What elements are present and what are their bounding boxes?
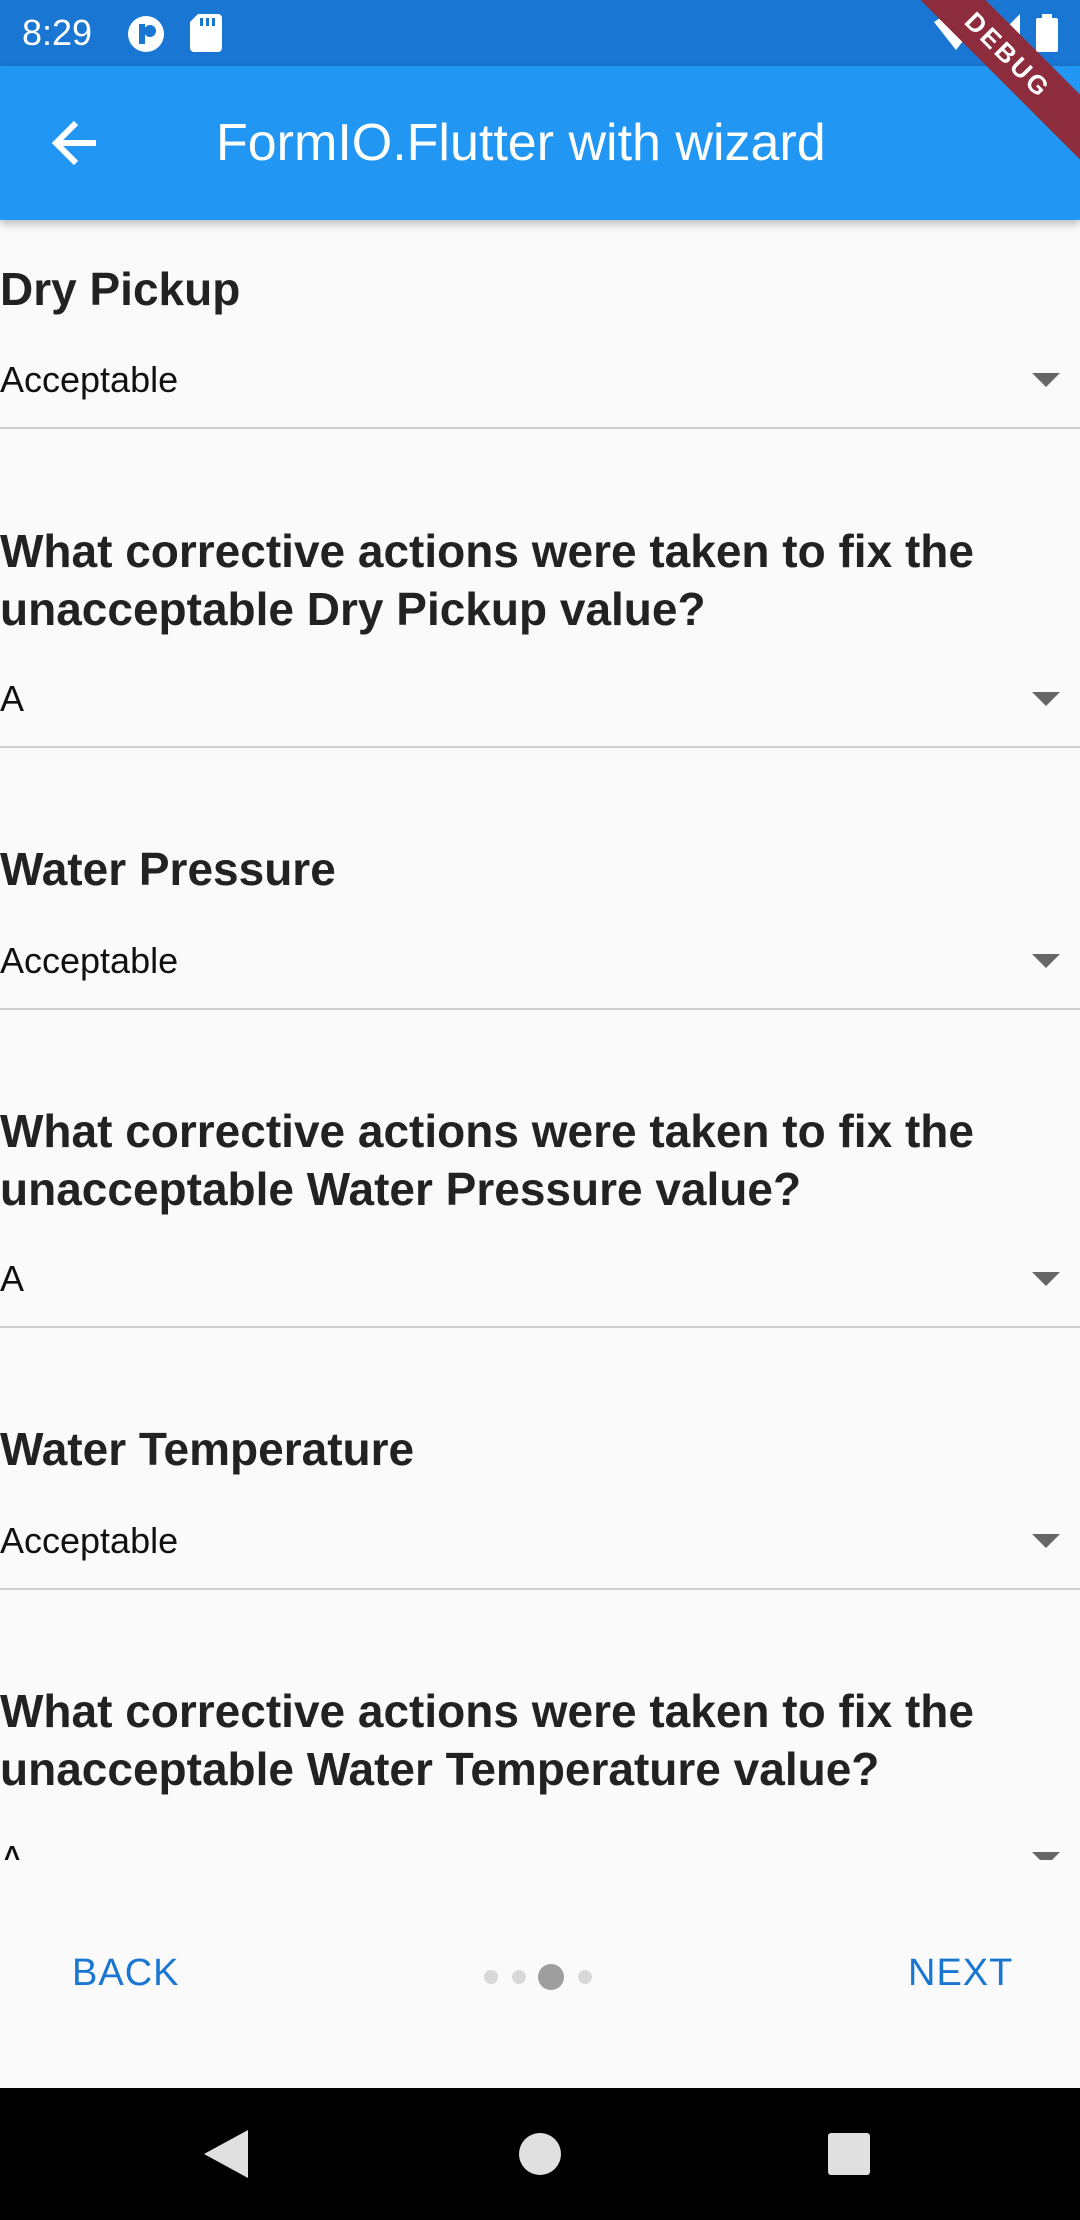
dry-pickup-corrective-dropdown[interactable]: A [0, 666, 1080, 748]
dry-pickup-dropdown[interactable]: Acceptable [0, 347, 1080, 429]
dropdown-value: Acceptable [0, 359, 179, 400]
form-scroll-area[interactable]: Dry Pickup Acceptable What corrective ac… [0, 220, 1080, 1860]
field-label: Water Pressure [0, 843, 336, 895]
field-label: What corrective actions were taken to fi… [0, 1105, 974, 1215]
arrow-back-icon[interactable] [44, 111, 108, 175]
next-button[interactable]: NEXT [908, 1952, 1013, 1995]
recents-square-icon[interactable] [828, 2133, 870, 2180]
sd-card-icon [190, 14, 222, 57]
chevron-down-icon [1032, 1534, 1060, 1548]
page-dot [578, 1970, 592, 1984]
back-triangle-icon[interactable] [204, 2130, 248, 2183]
chevron-down-icon [1032, 954, 1060, 968]
dropdown-value: A [0, 1838, 25, 1860]
field-water-pressure-corrective: What corrective actions were taken to fi… [0, 1102, 1080, 1218]
field-water-pressure: Water Pressure [0, 840, 1080, 898]
page-title: FormIO.Flutter with wizard [216, 114, 826, 172]
chevron-down-icon [1032, 373, 1060, 387]
page-indicator [484, 1962, 604, 1992]
system-navigation-bar [0, 2088, 1080, 2220]
app-notification-icon [126, 14, 166, 59]
debug-banner: DEBUG [910, 0, 1080, 170]
water-pressure-dropdown[interactable]: Acceptable [0, 928, 1080, 1010]
back-button[interactable]: BACK [72, 1952, 179, 1995]
field-dry-pickup: Dry Pickup [0, 260, 1080, 318]
wizard-navigation: BACK NEXT [0, 1860, 1080, 2088]
debug-label: DEBUG [910, 0, 1080, 170]
field-label: Water Temperature [0, 1423, 415, 1475]
home-circle-icon[interactable] [518, 2132, 562, 2181]
chevron-down-icon [1032, 1272, 1060, 1286]
field-water-temperature-corrective: What corrective actions were taken to fi… [0, 1682, 1080, 1798]
field-label: Dry Pickup [0, 263, 241, 315]
page-dot [484, 1970, 498, 1984]
water-temperature-dropdown[interactable]: Acceptable [0, 1508, 1080, 1590]
dropdown-value: Acceptable [0, 1520, 179, 1561]
water-pressure-corrective-dropdown[interactable]: A [0, 1246, 1080, 1328]
status-time: 8:29 [22, 12, 93, 53]
dropdown-value: Acceptable [0, 940, 179, 981]
field-label: What corrective actions were taken to fi… [0, 525, 974, 635]
page-dot [512, 1970, 526, 1984]
chevron-down-icon [1032, 692, 1060, 706]
chevron-down-icon [1032, 1852, 1060, 1860]
field-label: What corrective actions were taken to fi… [0, 1685, 974, 1795]
dropdown-value: A [0, 678, 25, 719]
field-dry-pickup-corrective: What corrective actions were taken to fi… [0, 522, 1080, 638]
page-dot-active [538, 1964, 564, 1990]
water-temperature-corrective-dropdown[interactable]: A [0, 1826, 1080, 1860]
dropdown-value: A [0, 1258, 25, 1299]
field-water-temperature: Water Temperature [0, 1420, 1080, 1478]
